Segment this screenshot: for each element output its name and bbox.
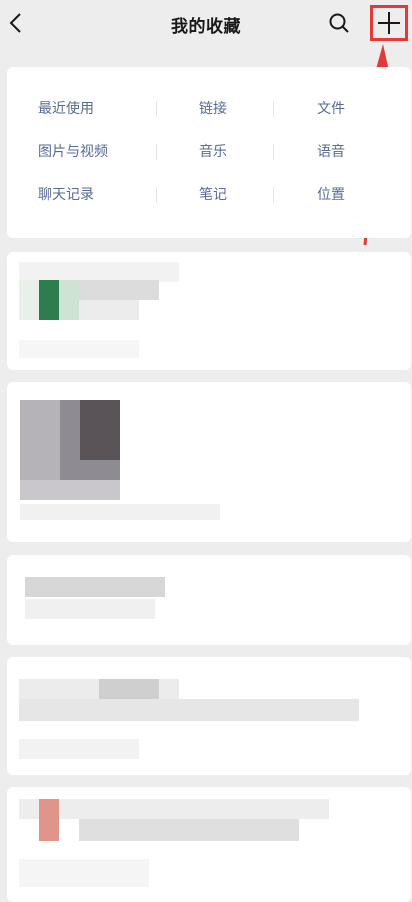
search-icon[interactable] — [328, 12, 350, 34]
divider — [156, 187, 157, 203]
category-panel: 最近使用 链接 文件 图片与视频 音乐 语音 聊天记录 笔记 位置 — [7, 67, 411, 238]
blurred-content — [20, 480, 120, 500]
blurred-content — [39, 799, 59, 841]
highlight-box — [370, 5, 408, 41]
category-music[interactable]: 音乐 — [199, 140, 227, 164]
blurred-content — [19, 699, 359, 721]
favorite-item[interactable] — [7, 252, 411, 370]
category-row: 图片与视频 音乐 语音 — [7, 140, 411, 164]
blurred-content — [59, 280, 79, 320]
category-links[interactable]: 链接 — [199, 97, 227, 121]
blurred-content — [79, 300, 139, 320]
blurred-content — [20, 504, 220, 520]
category-chat-history[interactable]: 聊天记录 — [38, 183, 94, 207]
favorite-item[interactable] — [7, 657, 411, 775]
divider — [273, 144, 274, 160]
divider — [273, 187, 274, 203]
blurred-content — [19, 859, 149, 887]
category-row: 最近使用 链接 文件 — [7, 97, 411, 121]
blurred-content — [19, 799, 329, 819]
favorite-item[interactable] — [7, 787, 411, 902]
category-location[interactable]: 位置 — [317, 183, 345, 207]
category-voice[interactable]: 语音 — [317, 140, 345, 164]
blurred-content — [39, 280, 59, 320]
blurred-content — [19, 262, 179, 282]
blurred-content — [79, 280, 159, 300]
category-photos-videos[interactable]: 图片与视频 — [38, 140, 108, 164]
favorite-item[interactable] — [7, 555, 411, 645]
nav-bar: 我的收藏 — [0, 0, 412, 48]
category-row: 聊天记录 笔记 位置 — [7, 183, 411, 207]
blurred-content — [19, 739, 139, 759]
blurred-content — [80, 400, 120, 460]
divider — [273, 101, 274, 117]
blurred-content — [25, 577, 165, 597]
category-notes[interactable]: 笔记 — [199, 183, 227, 207]
category-recent[interactable]: 最近使用 — [38, 97, 94, 121]
blurred-content — [79, 819, 299, 841]
favorite-item[interactable] — [7, 382, 411, 542]
category-files[interactable]: 文件 — [317, 97, 345, 121]
blurred-content — [19, 280, 39, 320]
page-title: 我的收藏 — [171, 17, 241, 37]
blurred-content — [99, 679, 159, 699]
divider — [156, 144, 157, 160]
blurred-content — [25, 599, 155, 619]
blurred-content — [19, 340, 139, 358]
divider — [156, 101, 157, 117]
